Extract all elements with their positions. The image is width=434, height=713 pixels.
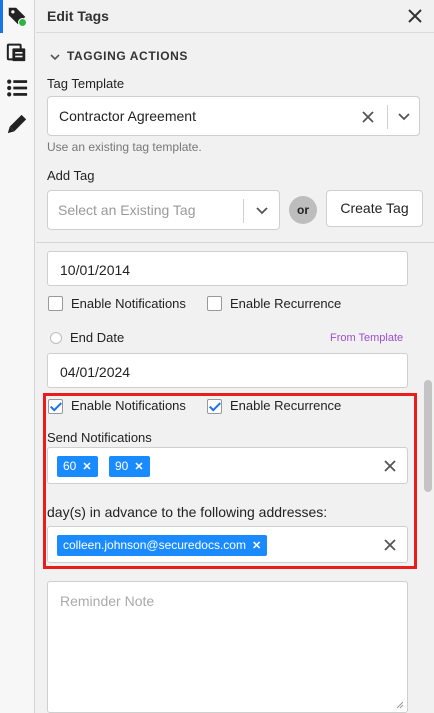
select-separator (387, 105, 388, 129)
enable-notifications-checkbox[interactable] (48, 399, 63, 414)
send-notifications-label: Send Notifications (47, 430, 152, 445)
enable-notifications-checkbox[interactable] (48, 296, 63, 311)
reminder-note-placeholder: Reminder Note (60, 593, 155, 609)
scrollbar-thumb[interactable] (424, 380, 432, 492)
chevron-down-icon[interactable] (397, 110, 411, 124)
or-badge: or (289, 196, 317, 224)
remove-chip-icon[interactable]: ✕ (134, 461, 143, 473)
enable-notifications-label: Enable Notifications (71, 296, 186, 311)
end-date-input[interactable]: 04/01/2024 (47, 353, 408, 388)
tag-template-hint: Use an existing tag template. (47, 140, 202, 154)
icon-rail (0, 0, 35, 713)
panel-header: Edit Tags (36, 0, 434, 33)
edit-tags-panel: Edit Tags TAGGING ACTIONS Tag Template C… (36, 0, 434, 713)
clear-icon[interactable] (383, 538, 397, 552)
end-date-radio[interactable] (50, 332, 62, 344)
tag-template-value: Contractor Agreement (59, 108, 196, 124)
day-chip-label: 90 (115, 459, 129, 473)
status-dot (18, 18, 27, 27)
enable-notifications-label: Enable Notifications (71, 398, 186, 413)
tag-template-select[interactable]: Contractor Agreement (47, 96, 420, 136)
advance-label: day(s) in advance to the following addre… (47, 504, 328, 520)
select-separator (243, 199, 244, 223)
reminder-note-textarea[interactable]: Reminder Note (47, 581, 408, 713)
enable-recurrence-checkbox[interactable] (207, 296, 222, 311)
address-chip-label: colleen.johnson@securedocs.com (63, 538, 246, 552)
from-template-link[interactable]: From Template (330, 332, 403, 344)
tag-template-label: Tag Template (47, 76, 125, 91)
existing-tag-select[interactable]: Select an Existing Tag (47, 190, 280, 230)
enable-recurrence-checkbox[interactable] (207, 399, 222, 414)
app-root: Edit Tags TAGGING ACTIONS Tag Template C… (0, 0, 434, 713)
notification-days-input[interactable]: 60 ✕ 90 ✕ (47, 447, 408, 484)
chevron-down-icon[interactable] (255, 204, 269, 218)
list-icon[interactable] (5, 76, 29, 100)
existing-tag-placeholder: Select an Existing Tag (58, 202, 196, 218)
day-chip: 60 ✕ (57, 456, 98, 477)
section-title[interactable]: TAGGING ACTIONS (67, 49, 188, 63)
day-chip: 90 ✕ (109, 456, 150, 477)
chevron-down-icon[interactable] (50, 52, 60, 62)
resize-handle-icon[interactable] (396, 701, 404, 709)
notification-addresses-input[interactable]: colleen.johnson@securedocs.com ✕ (47, 526, 408, 563)
enable-recurrence-label: Enable Recurrence (230, 296, 342, 311)
enable-recurrence-label: Enable Recurrence (230, 398, 342, 413)
pen-icon[interactable] (5, 112, 29, 136)
panel-title: Edit Tags (47, 8, 109, 24)
address-chip: colleen.johnson@securedocs.com ✕ (57, 535, 268, 556)
document-stack-icon[interactable] (5, 40, 29, 64)
close-icon[interactable] (406, 7, 424, 25)
create-tag-button[interactable]: Create Tag (326, 190, 423, 227)
tag-details-scroll-area[interactable]: 10/01/2014 Enable Notifications Enable R… (36, 243, 434, 713)
end-date-label: End Date (70, 330, 125, 345)
remove-chip-icon[interactable]: ✕ (252, 540, 261, 552)
clear-icon[interactable] (383, 459, 397, 473)
add-tag-label: Add Tag (47, 168, 95, 183)
day-chip-label: 60 (63, 459, 77, 473)
clear-icon[interactable] (361, 110, 375, 124)
rail-active-indicator (0, 0, 3, 33)
start-date-input[interactable]: 10/01/2014 (47, 251, 408, 286)
remove-chip-icon[interactable]: ✕ (82, 461, 91, 473)
